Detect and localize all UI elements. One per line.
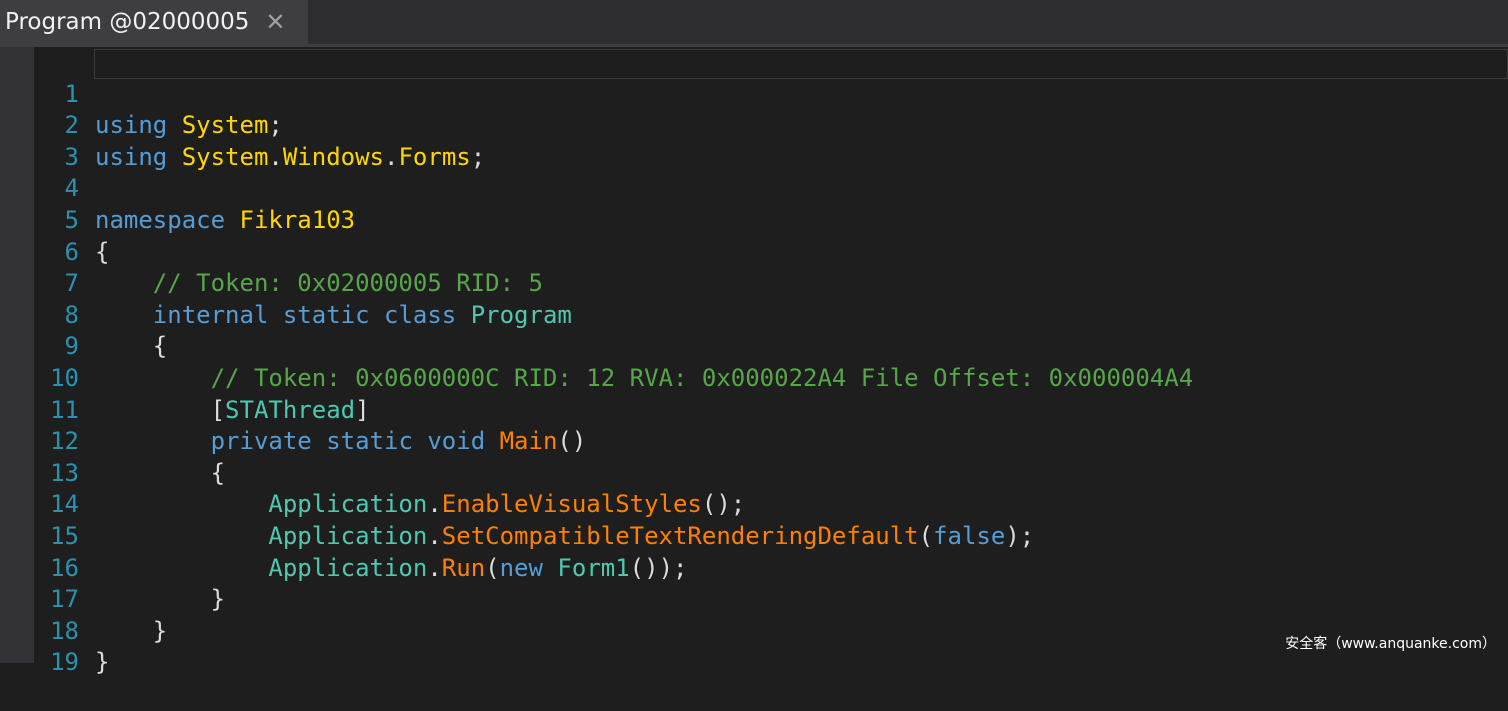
document-tab-bar: Program @02000005 ✕	[0, 0, 1508, 44]
code-line: 3	[34, 110, 1508, 171]
code-editor[interactable]: 1 using System; 2 using System.Windows.F…	[34, 47, 1508, 677]
code-line: 2 using System.Windows.Forms;	[34, 79, 1508, 171]
editor-left-margin	[0, 47, 34, 663]
code-line: 8 {	[34, 268, 1508, 361]
code-line: 12 {	[34, 395, 1508, 487]
code-line: 6 // Token: 0x02000005 RID: 5	[34, 205, 1508, 298]
close-icon[interactable]: ✕	[265, 0, 285, 44]
watermark: 安全客（www.anquanke.com）	[1285, 636, 1496, 652]
code-line: 14 Application.SetCompatibleTextRenderin…	[34, 458, 1508, 550]
code-line: 1 using System;	[34, 47, 1508, 140]
code-line: 16 }	[34, 521, 1508, 614]
code-line: 13 Application.EnableVisualStyles();	[34, 426, 1508, 519]
code-text: }	[95, 648, 110, 677]
code-line: 4 namespace Fikra103	[34, 142, 1508, 234]
code-line: 17 }	[34, 553, 1508, 645]
line-number: 19	[50, 648, 79, 677]
code-line: 18 }	[34, 584, 1508, 677]
tab-title: Program @02000005	[5, 9, 250, 35]
code-line: 10 [STAThread]	[34, 331, 1508, 424]
code-line: 9 // Token: 0x0600000C RID: 12 RVA: 0x00…	[34, 300, 1508, 392]
code-line: 11 private static void Main()	[34, 363, 1508, 456]
code-line: 15 Application.Run(new Form1());	[34, 489, 1508, 582]
code-line: 5 {	[34, 173, 1508, 266]
code-line: 7 internal static class Program	[34, 237, 1508, 329]
tab-program[interactable]: Program @02000005 ✕	[0, 0, 308, 44]
